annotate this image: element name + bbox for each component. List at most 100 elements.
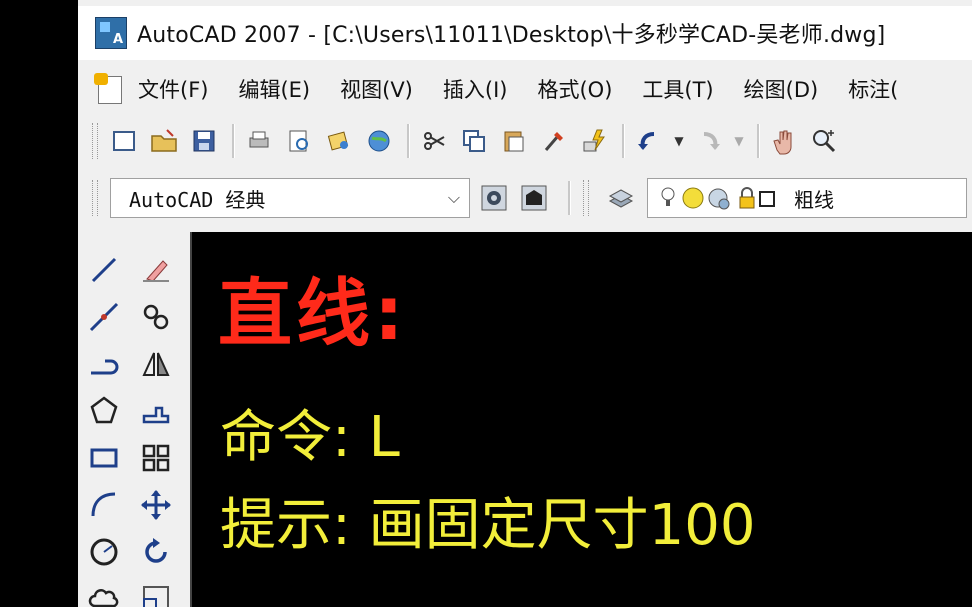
workspace-icon	[521, 185, 547, 211]
copy-object-icon	[143, 304, 169, 330]
save-button[interactable]	[186, 123, 222, 159]
block-editor-button[interactable]	[576, 123, 612, 159]
erase-button[interactable]	[136, 250, 176, 290]
undo-icon	[638, 132, 655, 150]
workspace-select-value: AutoCAD 经典	[129, 187, 266, 212]
cut-button[interactable]	[416, 123, 452, 159]
copy-icon	[463, 130, 485, 152]
publish-web-button[interactable]	[361, 123, 397, 159]
overlay-heading: 直线:	[218, 271, 408, 357]
offset-icon	[142, 406, 170, 424]
layers-icon	[608, 189, 634, 208]
publish-button[interactable]	[321, 123, 357, 159]
array-icon	[142, 444, 170, 472]
menu-edit[interactable]: 编辑(E)	[238, 74, 310, 104]
current-layer-name: 粗线	[794, 187, 834, 212]
xline-icon	[89, 302, 119, 332]
line-icon	[91, 257, 117, 283]
redo-icon	[703, 132, 720, 150]
mirror-icon	[142, 352, 170, 376]
new-file-button[interactable]	[106, 123, 142, 159]
polyline-button[interactable]	[84, 344, 124, 384]
construction-line-button[interactable]	[84, 297, 124, 337]
menu-insert[interactable]: 插入(I)	[443, 74, 508, 104]
undo-button[interactable]	[631, 123, 667, 159]
drawing-canvas[interactable]: 直线: 命令: L 提示: 画固定尺寸100	[190, 232, 972, 607]
draw-modify-toolbars	[78, 232, 190, 607]
toolbar-separator	[232, 124, 235, 158]
menu-format[interactable]: 格式(O)	[537, 74, 612, 104]
redo-button[interactable]	[691, 123, 727, 159]
arc-icon	[91, 492, 116, 517]
toolbar-grip[interactable]	[583, 180, 589, 216]
menu-dimension[interactable]: 标注(	[848, 74, 898, 104]
zoom-button[interactable]	[806, 123, 842, 159]
circle-button[interactable]	[84, 532, 124, 572]
copy-object-button[interactable]	[136, 297, 176, 337]
new-file-icon	[113, 131, 135, 151]
title-bar: AutoCAD 2007 - [C:\Users\11011\Desktop\十…	[78, 6, 972, 60]
mirror-button[interactable]	[136, 344, 176, 384]
menu-view[interactable]: 视图(V)	[340, 74, 413, 104]
print-icon	[249, 131, 269, 148]
undo-dropdown[interactable]: ▼	[671, 123, 687, 159]
publish-icon	[327, 131, 349, 151]
modify-toolbar	[136, 250, 182, 607]
autocad-window: AutoCAD 2007 - [C:\Users\11011\Desktop\十…	[78, 0, 972, 607]
redo-dropdown[interactable]: ▼	[731, 123, 747, 159]
toolbar-separator	[622, 124, 625, 158]
revision-cloud-button[interactable]	[84, 579, 124, 607]
rotate-icon	[145, 538, 167, 563]
polygon-button[interactable]	[84, 391, 124, 431]
arc-button[interactable]	[84, 485, 124, 525]
chevron-down-icon: ▼	[734, 134, 744, 148]
workspace-settings-button[interactable]	[476, 180, 512, 216]
lightning-icon	[583, 129, 605, 152]
draw-toolbar	[84, 250, 130, 607]
print-button[interactable]	[241, 123, 277, 159]
copy-button[interactable]	[456, 123, 492, 159]
open-folder-icon	[151, 129, 177, 152]
toolbar-grip[interactable]	[92, 123, 98, 159]
rotate-button[interactable]	[136, 532, 176, 572]
autocad-logo-icon	[95, 17, 127, 49]
menu-tools[interactable]: 工具(T)	[642, 74, 713, 104]
open-file-button[interactable]	[146, 123, 182, 159]
match-properties-button[interactable]	[536, 123, 572, 159]
print-preview-button[interactable]	[281, 123, 317, 159]
paste-button[interactable]	[496, 123, 532, 159]
toolbar-separator	[757, 124, 760, 158]
scale-button[interactable]	[136, 579, 176, 607]
standard-toolbar: ▼ ▼	[78, 116, 972, 166]
paste-icon	[504, 131, 524, 152]
layer-manager-button[interactable]	[603, 180, 639, 216]
circle-icon	[90, 538, 118, 566]
chevron-down-icon: ⌵	[447, 188, 461, 207]
rectangle-icon	[90, 448, 118, 468]
window-title: AutoCAD 2007 - [C:\Users\11011\Desktop\十…	[137, 23, 886, 48]
overlay-hint-line: 提示: 画固定尺寸100	[220, 493, 756, 558]
offset-button[interactable]	[136, 391, 176, 431]
rectangle-button[interactable]	[84, 438, 124, 478]
toolbar-separator	[407, 124, 410, 158]
toolbar-grip[interactable]	[92, 180, 98, 216]
workspace-select[interactable]: AutoCAD 经典 ⌵	[110, 178, 470, 218]
move-button[interactable]	[136, 485, 176, 525]
save-icon	[193, 130, 215, 152]
save-workspace-button[interactable]	[516, 180, 552, 216]
globe-icon	[368, 130, 390, 152]
zoom-icon	[813, 130, 836, 153]
document-icon[interactable]	[94, 73, 124, 105]
pan-button[interactable]	[766, 123, 802, 159]
gear-icon	[481, 185, 507, 211]
workspace-toolbar: AutoCAD 经典 ⌵ 粗线	[78, 170, 972, 226]
line-tool-button[interactable]	[84, 250, 124, 290]
menu-draw[interactable]: 绘图(D)	[744, 74, 819, 104]
array-button[interactable]	[136, 438, 176, 478]
pentagon-icon	[90, 396, 118, 424]
layer-select[interactable]: 粗线	[647, 178, 967, 218]
move-icon	[141, 490, 171, 520]
menu-file[interactable]: 文件(F)	[138, 74, 208, 104]
print-preview-icon	[289, 130, 308, 152]
scale-icon	[143, 586, 169, 607]
